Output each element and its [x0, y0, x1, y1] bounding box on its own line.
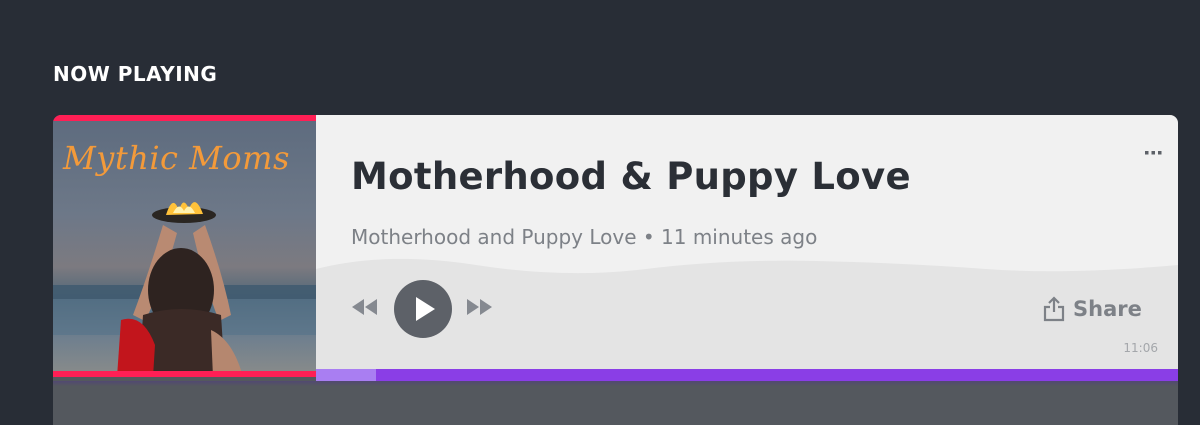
player-top-row: Mythic Moms Motherhood & Puppy Love Moth… [53, 115, 1178, 381]
play-button[interactable] [394, 280, 452, 338]
playback-controls [350, 280, 510, 340]
more-options-icon[interactable] [1143, 145, 1163, 159]
episode-player: Mythic Moms Motherhood & Puppy Love Moth… [53, 115, 1178, 425]
episode-meta: Motherhood and Puppy Love • 11 minutes a… [351, 225, 818, 249]
share-icon [1043, 296, 1065, 322]
artwork-accent-top [53, 115, 316, 121]
progress-shadow [53, 381, 1178, 386]
episode-title[interactable]: Motherhood & Puppy Love [351, 155, 911, 198]
episode-card: Motherhood & Puppy Love Motherhood and P… [316, 115, 1178, 369]
artwork-title: Mythic Moms [63, 139, 290, 177]
share-label: Share [1073, 297, 1142, 321]
episode-duration: 11:06 [1123, 341, 1158, 355]
progress-bar[interactable] [316, 369, 1178, 381]
rewind-icon[interactable] [350, 297, 378, 317]
episode-artwork: Mythic Moms [53, 115, 316, 377]
play-icon [416, 297, 435, 321]
progress-fill [316, 369, 376, 381]
fast-forward-icon[interactable] [466, 297, 494, 317]
artwork-accent-bottom [53, 371, 316, 377]
section-title: NOW PLAYING [53, 62, 218, 86]
share-button[interactable]: Share [1043, 293, 1142, 325]
